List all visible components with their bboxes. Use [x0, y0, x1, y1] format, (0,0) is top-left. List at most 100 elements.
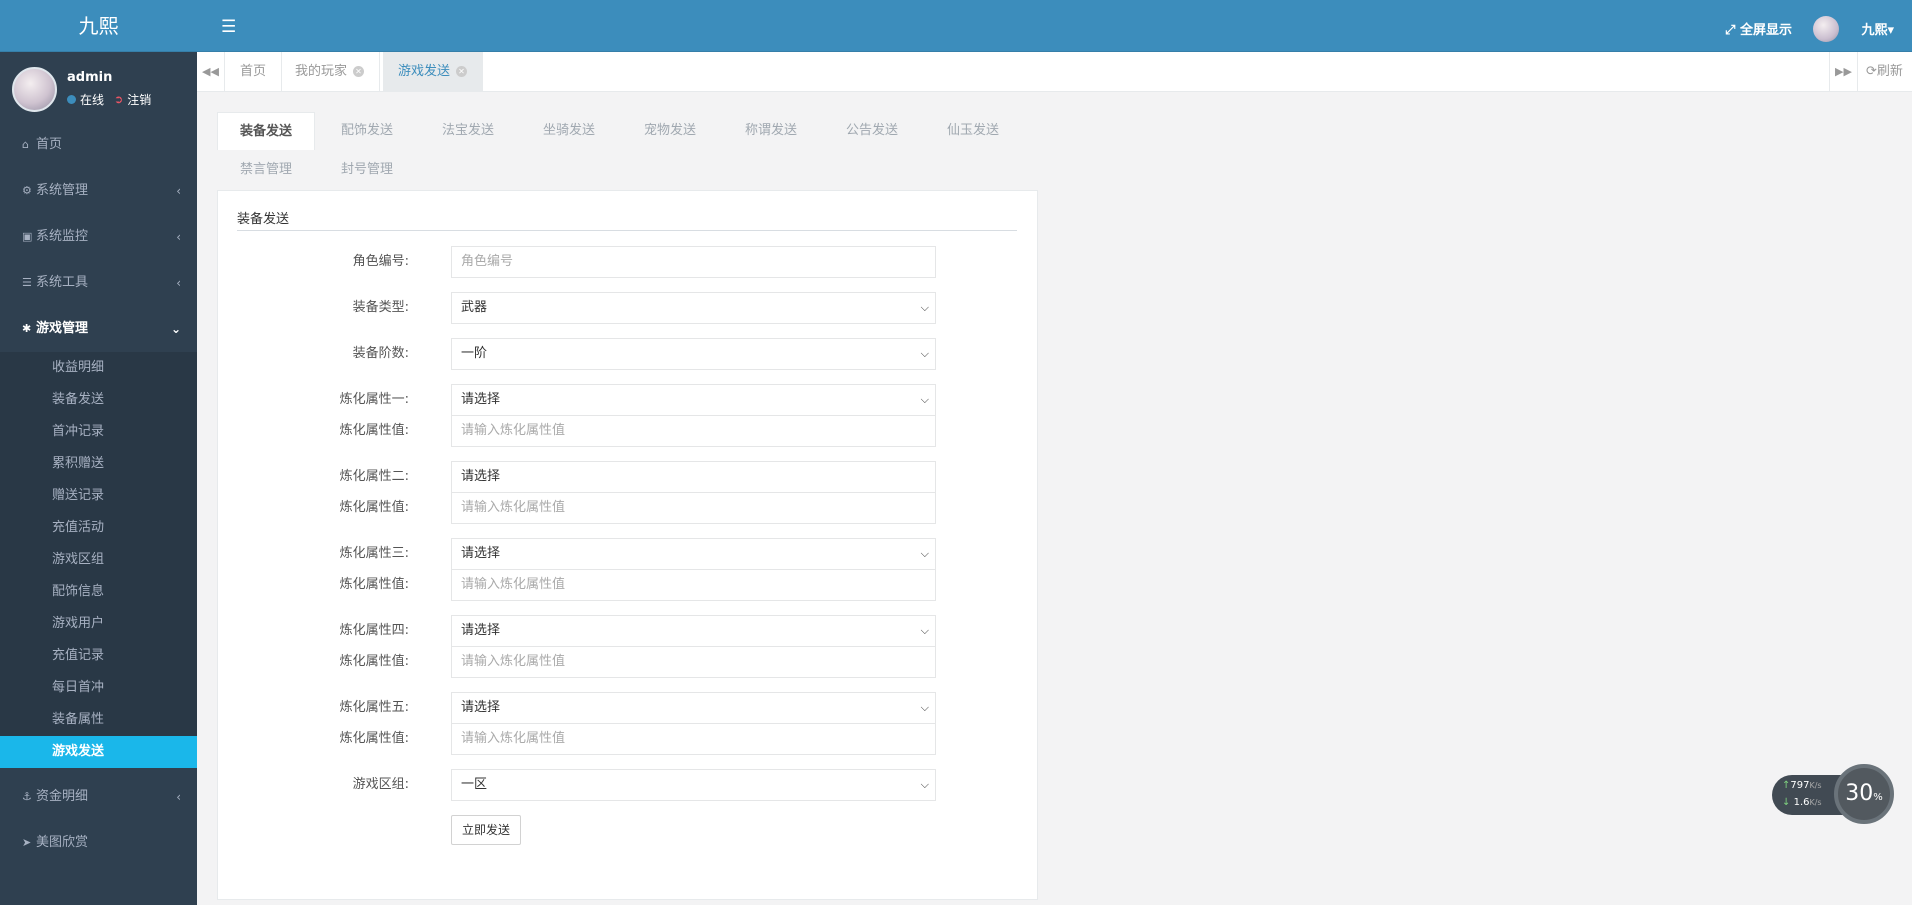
logout-icon[interactable]: ➲ — [114, 93, 123, 106]
submenu-item[interactable]: 累积赠送 — [0, 448, 197, 480]
sidebar-nav: ⌂ 首页 ⚙ 系统管理 ‹ ▣ 系统监控 ‹ ☰ 系统工具 ‹ ✱ 游戏管理 ⌄ — [0, 122, 197, 352]
submenu-item[interactable]: 充值记录 — [0, 640, 197, 672]
close-icon[interactable]: ✕ — [353, 66, 365, 77]
refine-attr1-select[interactable]: 请选择 ⌵ — [451, 384, 936, 416]
role-id-label: 角色编号: — [352, 254, 409, 269]
tab-mute-management[interactable]: 禁言管理 — [217, 151, 315, 189]
refine-value1-input[interactable]: 请输入炼化属性值 — [451, 415, 936, 447]
submenu-item[interactable]: 游戏用户 — [0, 608, 197, 640]
hamburger-menu-icon[interactable]: ☰ — [221, 17, 236, 37]
tab-pet-send[interactable]: 宠物发送 — [621, 112, 719, 150]
equipment-type-select[interactable]: 武器 ⌵ — [451, 292, 936, 324]
user-menu[interactable]: 九熙▾ — [1861, 19, 1894, 38]
submenu-item[interactable]: 首冲记录 — [0, 416, 197, 448]
scroll-right-button[interactable]: ▶▶ — [1829, 52, 1857, 92]
user-panel: admin 在线 ➲ 注销 — [0, 52, 197, 122]
sidebar-item-game-management[interactable]: ✱ 游戏管理 ⌄ — [0, 306, 197, 352]
game-zone-select[interactable]: 一区 ⌵ — [451, 769, 936, 801]
chevron-left-icon: ‹ — [176, 230, 181, 244]
refine-attr5-select[interactable]: 请选择 ⌵ — [451, 692, 936, 724]
equipment-level-select[interactable]: 一阶 ⌵ — [451, 338, 936, 370]
send-now-button[interactable]: 立即发送 — [451, 815, 521, 845]
submenu-item-active[interactable]: 游戏发送 — [0, 736, 197, 768]
online-dot-icon — [67, 95, 76, 104]
submenu-item[interactable]: 收益明细 — [0, 352, 197, 384]
form-row-val5: 炼化属性值: 请输入炼化属性值 — [218, 723, 1039, 755]
anchor-icon: ⚓ — [22, 790, 32, 803]
tab-announcement-send[interactable]: 公告发送 — [823, 112, 921, 150]
sidebar-item-system-monitor[interactable]: ▣ 系统监控 ‹ — [0, 214, 197, 260]
network-speed-widget[interactable]: ↑797K/s ↓ 1.6K/s 30% — [1772, 763, 1894, 825]
tab-title-send[interactable]: 称谓发送 — [722, 112, 820, 150]
close-icon[interactable]: ✕ — [456, 66, 468, 77]
fullscreen-button[interactable]: ⤢ 全屏显示 — [1725, 19, 1792, 38]
submenu-item[interactable]: 装备发送 — [0, 384, 197, 416]
sidebar-item-home[interactable]: ⌂ 首页 — [0, 122, 197, 168]
tab-equipment-send[interactable]: 装备发送 — [217, 112, 315, 150]
user-status: 在线 ➲ 注销 — [67, 91, 151, 108]
refine-attr3-label: 炼化属性三: — [339, 546, 409, 561]
submenu-item[interactable]: 装备属性 — [0, 704, 197, 736]
tab-jade-send[interactable]: 仙玉发送 — [924, 112, 1022, 150]
form-row-val4: 炼化属性值: 请输入炼化属性值 — [218, 646, 1039, 678]
refine-value3-input[interactable]: 请输入炼化属性值 — [451, 569, 936, 601]
equipment-send-panel: 装备发送 角色编号: 角色编号 装备类型: 武器 ⌵ 装备阶数: 一阶 ⌵ 炼化属性… — [217, 190, 1038, 900]
form-row-type: 装备类型: 武器 ⌵ — [218, 292, 1039, 324]
gear-icon: ⚙ — [22, 184, 32, 197]
submenu-item[interactable]: 充值活动 — [0, 512, 197, 544]
content-tabs: 装备发送 配饰发送 法宝发送 坐骑发送 宠物发送 称谓发送 公告发送 仙玉发送 … — [217, 112, 1037, 192]
refine-value-label: 炼化属性值: — [339, 731, 409, 746]
form-row-role: 角色编号: 角色编号 — [218, 246, 1039, 278]
refine-value2-input[interactable]: 请输入炼化属性值 — [451, 492, 936, 524]
refine-attr3-select[interactable]: 请选择 ⌵ — [451, 538, 936, 570]
refresh-icon: ⟳ — [1866, 64, 1877, 79]
caret-icon: ▾ — [1887, 23, 1894, 38]
chevron-left-icon: ‹ — [176, 276, 181, 290]
refine-attr2-select[interactable]: 请选择 — [451, 461, 936, 493]
sidebar-item-funds[interactable]: ⚓ 资金明细 ‹ — [0, 774, 197, 820]
submenu-item[interactable]: 游戏区组 — [0, 544, 197, 576]
refine-attr4-label: 炼化属性四: — [339, 623, 409, 638]
role-id-input[interactable]: 角色编号 — [451, 246, 936, 278]
form-row-val2: 炼化属性值: 请输入炼化属性值 — [218, 492, 1039, 524]
panel-title: 装备发送 — [237, 211, 1017, 231]
logout-link[interactable]: 注销 — [127, 91, 151, 108]
refine-value5-input[interactable]: 请输入炼化属性值 — [451, 723, 936, 755]
usage-percent-ring: 30% — [1834, 764, 1894, 824]
page-tab-game-send[interactable]: 游戏发送 ✕ — [383, 52, 484, 92]
backward-icon: ◀◀ — [202, 65, 219, 78]
sidebar-item-system-management[interactable]: ⚙ 系统管理 ‹ — [0, 168, 197, 214]
avatar[interactable] — [1813, 16, 1839, 42]
chevron-down-icon: ⌵ — [920, 547, 929, 560]
sidebar-item-system-tools[interactable]: ☰ 系统工具 ‹ — [0, 260, 197, 306]
home-icon: ⌂ — [22, 138, 29, 151]
tab-mount-send[interactable]: 坐骑发送 — [520, 112, 618, 150]
scroll-left-button[interactable]: ◀◀ — [197, 52, 225, 92]
upload-speed: ↑797K/s — [1782, 780, 1822, 791]
chevron-down-icon: ⌵ — [920, 301, 929, 314]
refresh-button[interactable]: ⟳刷新 — [1857, 52, 1911, 92]
submenu-item[interactable]: 每日首冲 — [0, 672, 197, 704]
form-row-val1: 炼化属性值: 请输入炼化属性值 — [218, 415, 1039, 447]
paper-plane-icon: ➤ — [22, 836, 32, 849]
tab-accessory-send[interactable]: 配饰发送 — [318, 112, 416, 150]
chevron-down-icon: ⌵ — [920, 701, 929, 714]
equipment-type-label: 装备类型: — [352, 300, 409, 315]
page-tab-home[interactable]: 首页 — [225, 52, 283, 92]
submenu-item[interactable]: 配饰信息 — [0, 576, 197, 608]
refine-value-label: 炼化属性值: — [339, 577, 409, 592]
refine-attr4-select[interactable]: 请选择 ⌵ — [451, 615, 936, 647]
sidebar-item-gallery[interactable]: ➤ 美图欣赏 — [0, 820, 197, 866]
chevron-down-icon: ⌵ — [920, 624, 929, 637]
game-submenu: 收益明细 装备发送 首冲记录 累积赠送 赠送记录 充值活动 游戏区组 配饰信息 … — [0, 352, 197, 768]
chevron-left-icon: ‹ — [176, 184, 181, 198]
top-navbar: ☰ ⤢ 全屏显示 九熙▾ — [197, 0, 1912, 52]
avatar[interactable] — [12, 67, 57, 112]
refine-attr1-label: 炼化属性一: — [339, 392, 409, 407]
app-logo[interactable]: 九熙 — [0, 0, 197, 52]
tab-treasure-send[interactable]: 法宝发送 — [419, 112, 517, 150]
tab-ban-management[interactable]: 封号管理 — [318, 151, 416, 189]
submenu-item[interactable]: 赠送记录 — [0, 480, 197, 512]
refine-value4-input[interactable]: 请输入炼化属性值 — [451, 646, 936, 678]
page-tab-my-players[interactable]: 我的玩家 ✕ — [280, 52, 381, 92]
